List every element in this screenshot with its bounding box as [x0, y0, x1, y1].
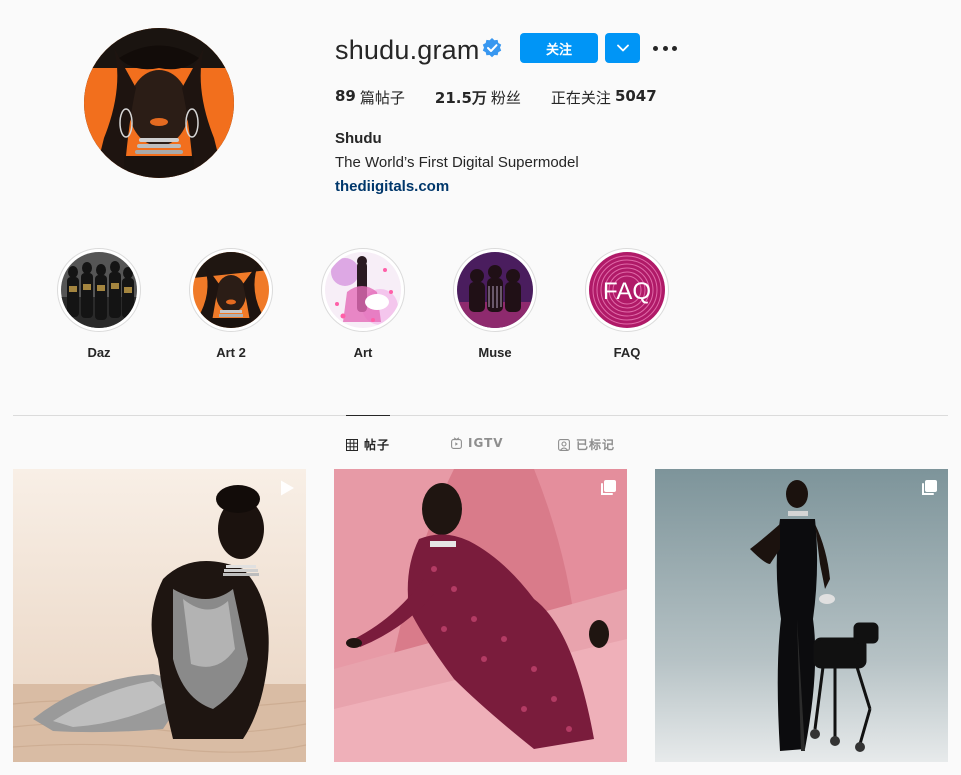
more-dot-icon: [672, 45, 677, 51]
tab-posts[interactable]: 帖子: [346, 436, 390, 453]
highlight-label: Muse: [478, 345, 512, 360]
carousel-icon: [601, 480, 616, 495]
profile-full-name: Shudu: [335, 130, 382, 147]
followers-count: 21.5万: [434, 89, 487, 107]
profile-avatar[interactable]: [84, 28, 234, 178]
highlight-label: Daz: [87, 345, 111, 360]
highlight-ring: [189, 248, 273, 332]
follow-button[interactable]: 关注: [520, 33, 598, 63]
igtv-icon: [451, 437, 462, 449]
highlight-label: FAQ: [613, 345, 641, 360]
posts-count-stat: 89 篇帖子: [335, 87, 405, 108]
followers-label: 粉丝: [490, 89, 521, 107]
post-tile[interactable]: [334, 469, 627, 762]
following-label: 正在关注: [550, 89, 611, 107]
tab-tagged[interactable]: 已标记: [558, 436, 615, 453]
post-image: [13, 469, 306, 762]
profile-username: shudu.gram: [335, 35, 480, 65]
post-image: [655, 469, 948, 762]
more-options-button[interactable]: [653, 38, 677, 58]
highlight-cover-image: FAQ: [589, 252, 665, 328]
more-dot-icon: [653, 45, 658, 51]
highlight-muse[interactable]: Muse: [452, 248, 538, 360]
highlight-ring: [453, 248, 537, 332]
tab-igtv[interactable]: IGTV: [451, 436, 504, 450]
highlight-cover-image: [193, 252, 269, 328]
grid-icon: [346, 438, 358, 451]
story-highlights: Daz Art 2 Art Muse FAQ FAQ: [0, 248, 961, 368]
verified-badge-icon: [482, 38, 502, 58]
chevron-down-icon: [616, 44, 629, 52]
suggested-accounts-button[interactable]: [605, 33, 640, 63]
following-count: 5047: [614, 87, 657, 105]
highlight-ring: FAQ: [585, 248, 669, 332]
tagged-icon: [558, 438, 570, 451]
highlight-label: Art 2: [216, 345, 246, 360]
post-image: [334, 469, 627, 762]
more-dot-icon: [662, 45, 668, 51]
highlight-cover-image: [457, 252, 533, 328]
highlight-cover-image: [61, 252, 137, 328]
profile-website-link[interactable]: thediigitals.com: [335, 178, 449, 195]
highlight-art-2[interactable]: Art 2: [188, 248, 274, 360]
play-icon: [281, 480, 294, 496]
post-tile[interactable]: [13, 469, 306, 762]
highlight-faq[interactable]: FAQ FAQ: [584, 248, 670, 360]
post-tile[interactable]: [655, 469, 948, 762]
highlight-ring: [57, 248, 141, 332]
highlight-daz[interactable]: Daz: [56, 248, 142, 360]
highlight-ring: [321, 248, 405, 332]
posts-label: 篇帖子: [359, 89, 405, 107]
highlight-label: Art: [353, 345, 373, 360]
following-stat[interactable]: 正在关注 5047: [551, 87, 657, 108]
highlight-art[interactable]: Art: [320, 248, 406, 360]
tab-posts-label: 帖子: [364, 438, 391, 452]
highlight-cover-image: [325, 252, 401, 328]
profile-stats: 89 篇帖子 21.5万 粉丝 正在关注 5047: [335, 87, 687, 108]
profile-bio: The World’s First Digital Supermodel: [335, 154, 579, 171]
carousel-icon: [922, 480, 937, 495]
followers-stat[interactable]: 21.5万 粉丝: [435, 87, 521, 108]
tab-tagged-label: 已标记: [576, 438, 616, 452]
faq-cover-text: FAQ: [603, 278, 651, 305]
posts-count: 89: [335, 87, 356, 105]
tab-igtv-label: IGTV: [468, 436, 504, 450]
tabs-divider: [13, 415, 948, 416]
active-tab-indicator: [346, 415, 390, 416]
